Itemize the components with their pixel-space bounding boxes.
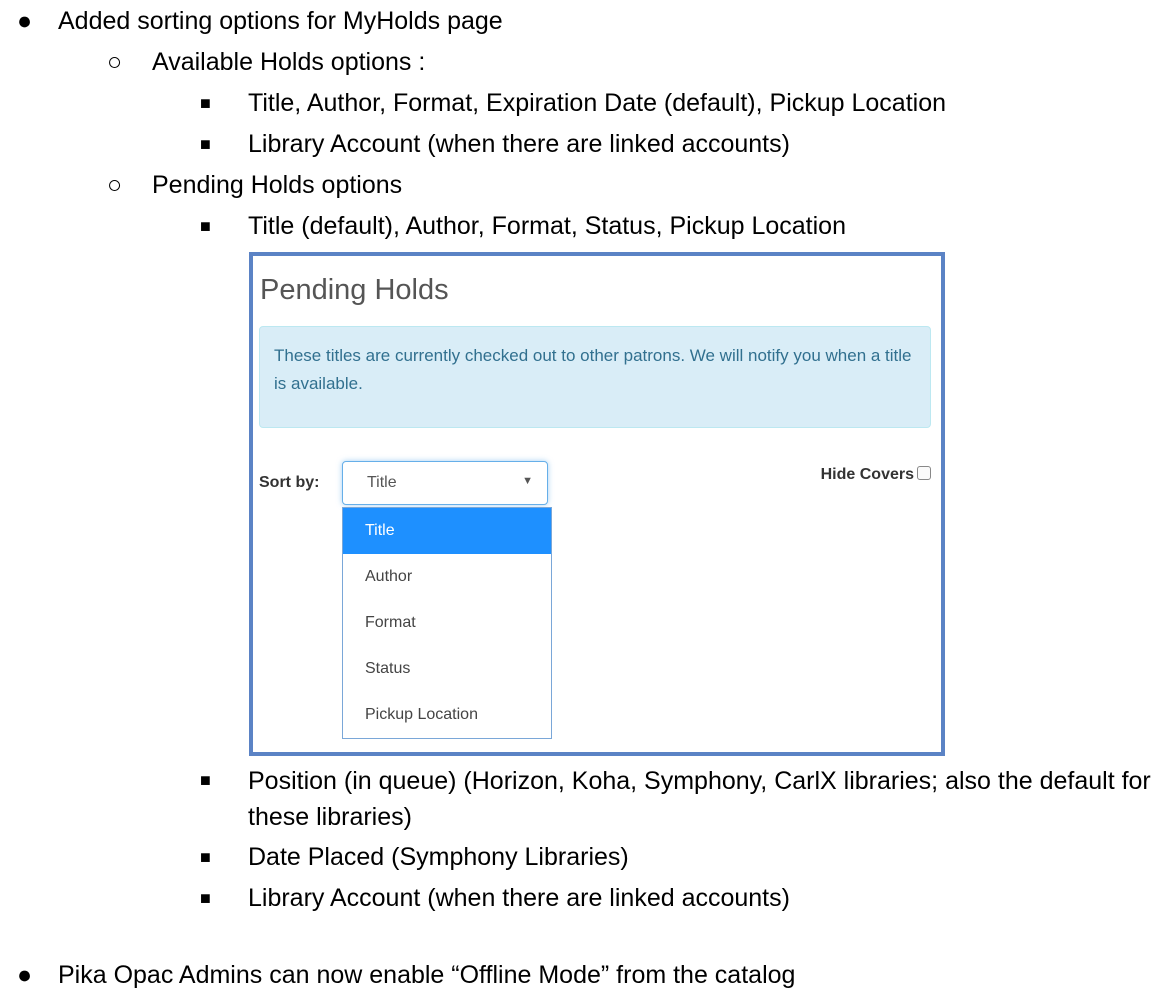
info-alert: These titles are currently checked out t… [259, 326, 931, 428]
pending-holds-screenshot: Pending Holds These titles are currently… [249, 252, 945, 756]
square-bullet: ■ [200, 847, 211, 867]
list-item: Pika Opac Admins can now enable “Offline… [58, 961, 796, 989]
list-item: Library Account (when there are linked a… [248, 884, 790, 912]
list-item: Title (default), Author, Format, Status,… [248, 212, 846, 240]
sort-dropdown: Title Author Format Status Pickup Locati… [342, 507, 552, 739]
chevron-down-icon: ▼ [522, 475, 533, 487]
sort-select[interactable]: Title ▼ [342, 461, 548, 505]
circle-bullet: ○ [107, 171, 123, 199]
sort-select-value: Title [367, 474, 397, 491]
panel-title: Pending Holds [260, 274, 449, 306]
sort-option-status[interactable]: Status [343, 646, 551, 692]
circle-bullet: ○ [107, 48, 123, 76]
list-item: Library Account (when there are linked a… [248, 130, 790, 158]
square-bullet: ■ [200, 770, 211, 790]
sort-label: Sort by: [259, 474, 320, 491]
sort-option-format[interactable]: Format [343, 600, 551, 646]
sort-option-author[interactable]: Author [343, 554, 551, 600]
list-item: Title, Author, Format, Expiration Date (… [248, 89, 947, 117]
list-item: Available Holds options : [152, 48, 426, 76]
square-bullet: ■ [200, 134, 211, 154]
disc-bullet: ● [17, 7, 33, 35]
square-bullet: ■ [200, 888, 211, 908]
square-bullet: ■ [200, 216, 211, 236]
list-item: Added sorting options for MyHolds page [58, 7, 503, 35]
hide-covers-label: Hide Covers [820, 466, 914, 483]
hide-covers-toggle[interactable]: Hide Covers [821, 466, 931, 484]
list-item: Position (in queue) (Horizon, Koha, Symp… [248, 767, 1151, 831]
sort-option-title[interactable]: Title [343, 508, 551, 554]
hide-covers-checkbox[interactable] [917, 466, 931, 480]
disc-bullet: ● [17, 961, 33, 989]
square-bullet: ■ [200, 93, 211, 113]
list-item: Pending Holds options [152, 171, 403, 199]
list-item: Date Placed (Symphony Libraries) [248, 843, 629, 871]
sort-option-pickup-location[interactable]: Pickup Location [343, 692, 551, 738]
